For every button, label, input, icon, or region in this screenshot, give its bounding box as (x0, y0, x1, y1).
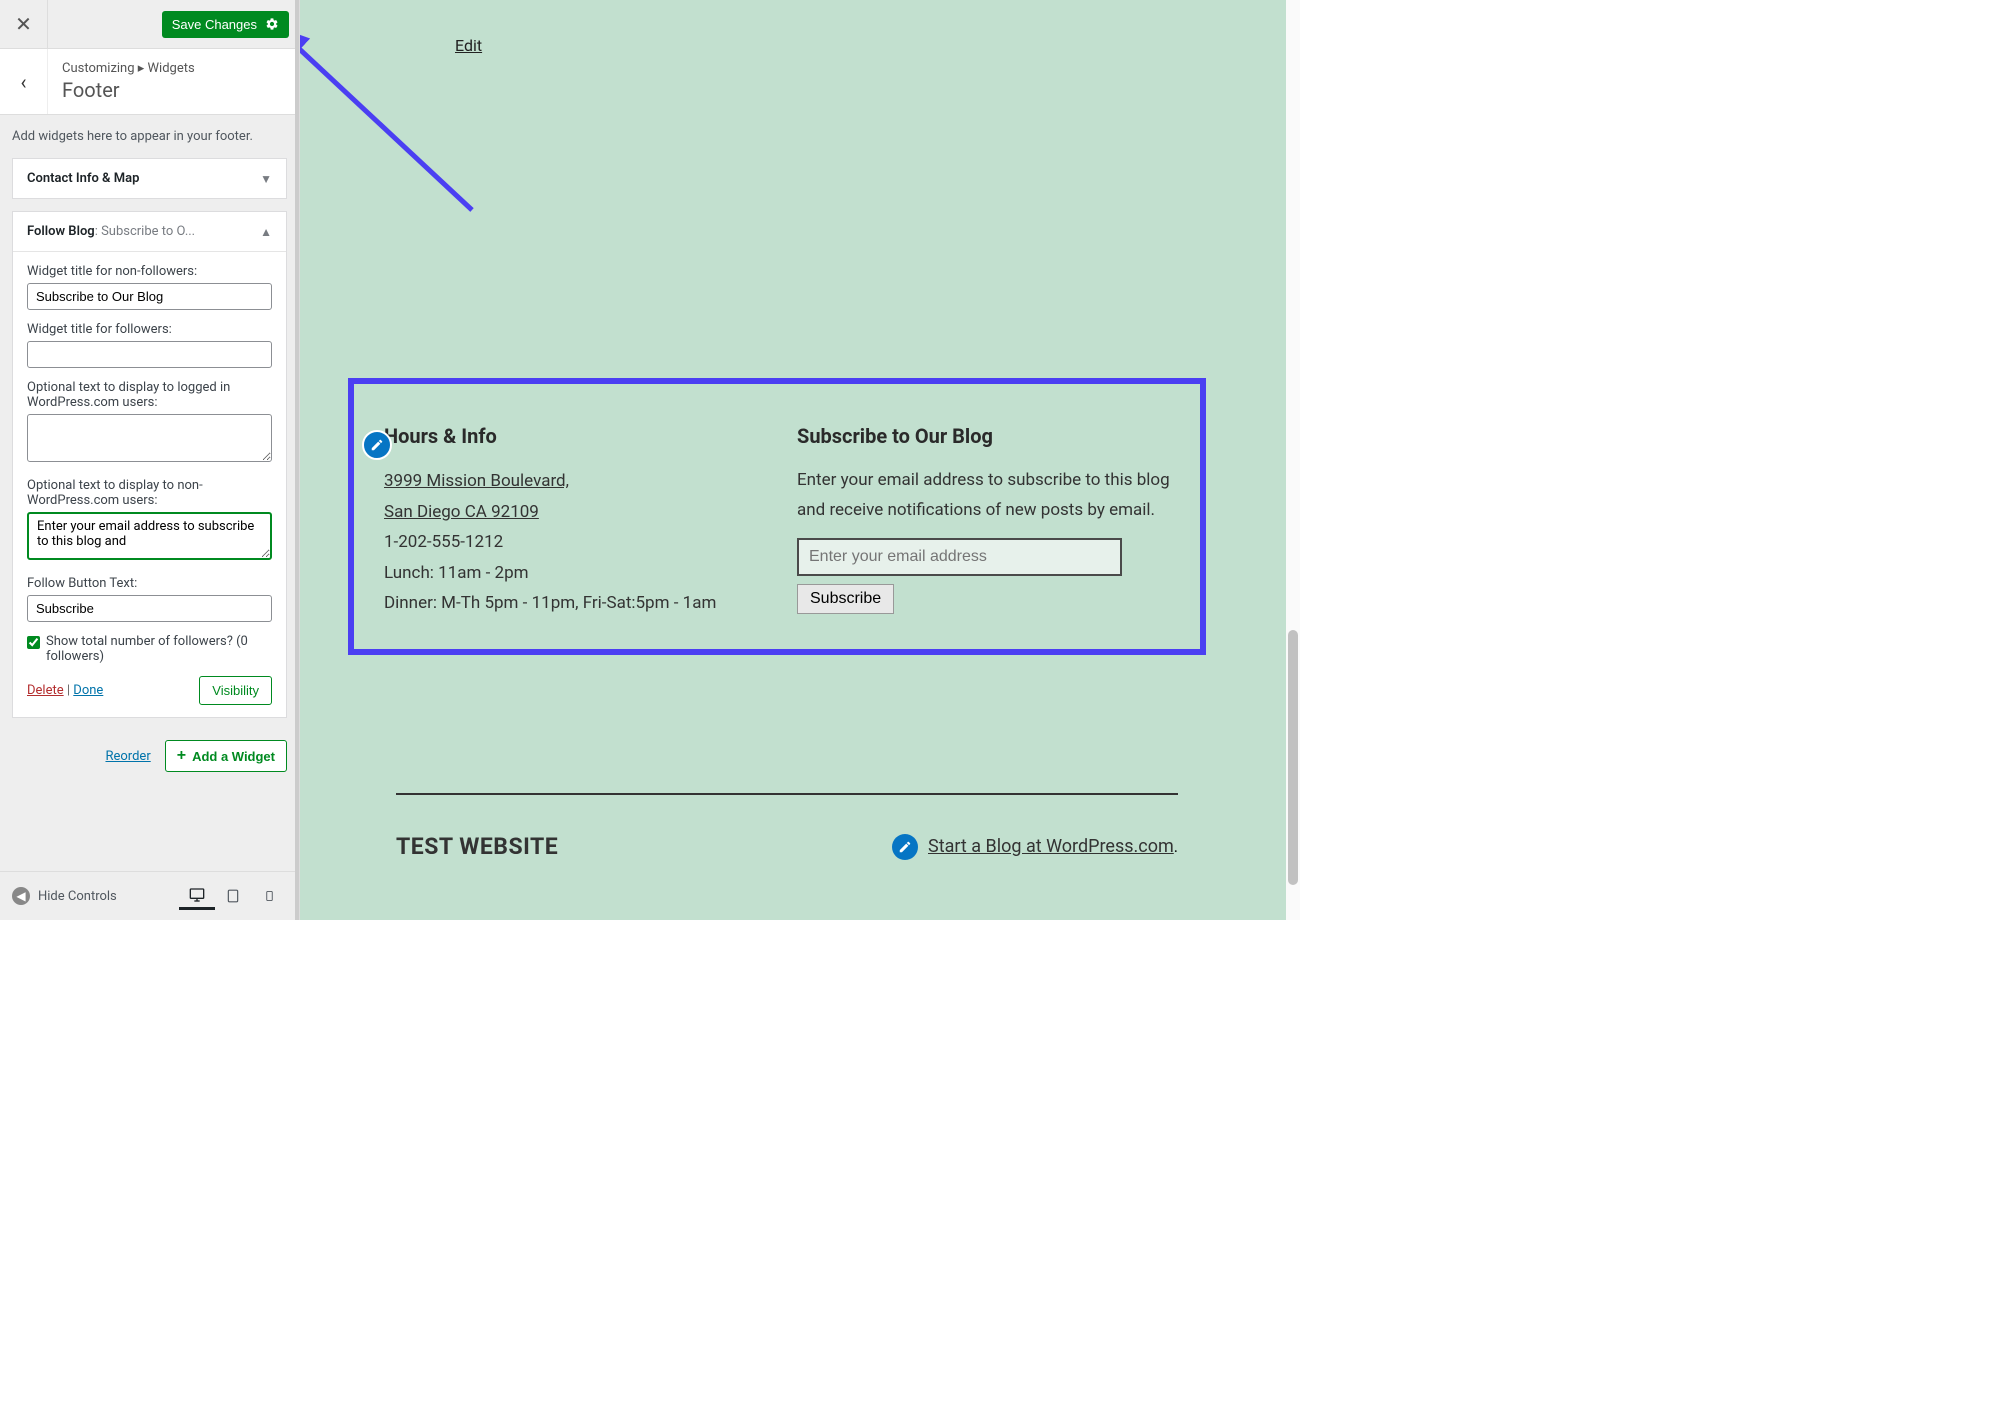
chevron-down-icon: ▼ (260, 172, 272, 186)
widget-contact-info: Contact Info & Map ▼ (12, 158, 287, 199)
show-followers-row[interactable]: Show total number of followers? (0 follo… (27, 634, 272, 664)
show-followers-checkbox[interactable] (27, 636, 40, 649)
close-customizer-button[interactable]: ✕ (0, 0, 48, 48)
gear-icon (265, 17, 279, 31)
edit-shortcut-link[interactable]: Edit (455, 36, 482, 55)
sidebar-resize-handle[interactable] (295, 0, 299, 920)
non-wp-text-label: Optional text to display to non-WordPres… (27, 478, 272, 508)
mobile-preview-button[interactable] (251, 882, 287, 910)
help-text: Add widgets here to appear in your foote… (0, 115, 299, 158)
sidebar-footer: Reorder + Add a Widget (0, 730, 299, 782)
widget-follow-header[interactable]: Follow Blog: Subscribe to O... ▲ (13, 212, 286, 251)
back-button[interactable]: ‹ (0, 49, 48, 114)
logged-in-text-input[interactable] (27, 414, 272, 462)
breadcrumb: ‹ Customizing ▸ Widgets Footer (0, 49, 299, 115)
subscribe-email-input[interactable] (797, 538, 1122, 576)
add-widget-button[interactable]: + Add a Widget (165, 740, 287, 772)
logged-in-text-label: Optional text to display to logged in Wo… (27, 380, 272, 410)
widget-contact-header[interactable]: Contact Info & Map ▼ (13, 159, 286, 198)
page-scrollbar-track[interactable] (1286, 0, 1300, 920)
add-widget-label: Add a Widget (192, 749, 275, 764)
chevron-up-icon: ▲ (260, 225, 272, 239)
customizer-sidebar: ✕ Save Changes ‹ Customizing ▸ Widgets F… (0, 0, 300, 920)
device-preview-toggles (179, 882, 287, 910)
subscribe-heading: Subscribe to Our Blog (797, 424, 1170, 448)
non-wp-text-input[interactable]: Enter your email address to subscribe to… (27, 512, 272, 560)
controls-bar: ◀ Hide Controls (0, 871, 299, 920)
delete-widget-link[interactable]: Delete (27, 683, 64, 698)
widget-follow-blog: Follow Blog: Subscribe to O... ▲ Widget … (12, 211, 287, 718)
breadcrumb-title: Footer (62, 78, 195, 102)
reorder-link[interactable]: Reorder (105, 749, 150, 764)
footer-preview-highlight: Hours & Info 3999 Mission Boulevard, San… (348, 378, 1206, 655)
address-line-2[interactable]: San Diego CA 92109 (384, 502, 539, 522)
sidebar-header: ✕ Save Changes (0, 0, 299, 49)
site-title: TEST WEBSITE (396, 833, 558, 860)
breadcrumb-path: Customizing ▸ Widgets (62, 61, 195, 76)
wordpress-blog-link[interactable]: Start a Blog at WordPress.com (928, 836, 1174, 857)
edit-widget-shortcut[interactable] (362, 430, 392, 460)
hide-controls-button[interactable]: ◀ Hide Controls (12, 887, 169, 905)
desktop-preview-button[interactable] (179, 882, 215, 910)
page-scrollbar-thumb[interactable] (1288, 630, 1298, 885)
follower-title-label: Widget title for followers: (27, 322, 272, 337)
done-widget-link[interactable]: Done (73, 683, 103, 698)
hours-info-widget: Hours & Info 3999 Mission Boulevard, San… (384, 424, 757, 619)
follower-title-input[interactable] (27, 341, 272, 368)
phone-number: 1-202-555-1212 (384, 532, 503, 552)
lunch-hours: Lunch: 11am - 2pm (384, 563, 529, 583)
hours-heading: Hours & Info (384, 424, 757, 448)
address-line-1[interactable]: 3999 Mission Boulevard, (384, 471, 569, 491)
button-text-input[interactable] (27, 595, 272, 622)
save-label: Save Changes (172, 17, 257, 32)
nonfollower-title-label: Widget title for non-followers: (27, 264, 272, 279)
show-followers-label: Show total number of followers? (0 follo… (46, 634, 272, 664)
save-changes-button[interactable]: Save Changes (162, 11, 289, 38)
collapse-arrow-icon: ◀ (12, 887, 30, 905)
button-text-label: Follow Button Text: (27, 576, 272, 591)
subscribe-description: Enter your email address to subscribe to… (797, 466, 1170, 526)
site-preview: Edit Hours & Info 3999 Mission Boulevard… (300, 0, 1300, 920)
site-footer-bar: TEST WEBSITE Start a Blog at WordPress.c… (396, 793, 1178, 860)
widgets-list: Contact Info & Map ▼ Follow Blog: Subscr… (0, 158, 299, 730)
widget-footer: Delete | Done Visibility (27, 676, 272, 705)
pencil-icon[interactable] (892, 834, 918, 860)
subscribe-widget: Subscribe to Our Blog Enter your email a… (797, 424, 1170, 619)
widget-title-wrap: Follow Blog: Subscribe to O... (27, 224, 195, 239)
visibility-button[interactable]: Visibility (199, 676, 272, 705)
hide-controls-label: Hide Controls (38, 889, 117, 904)
tablet-preview-button[interactable] (215, 882, 251, 910)
subscribe-button[interactable]: Subscribe (797, 584, 894, 614)
widget-follow-body: Widget title for non-followers: Widget t… (13, 251, 286, 717)
dinner-hours: Dinner: M-Th 5pm - 11pm, Fri-Sat:5pm - 1… (384, 593, 716, 613)
widget-title: Contact Info & Map (27, 171, 139, 186)
plus-icon: + (177, 748, 186, 764)
nonfollower-title-input[interactable] (27, 283, 272, 310)
